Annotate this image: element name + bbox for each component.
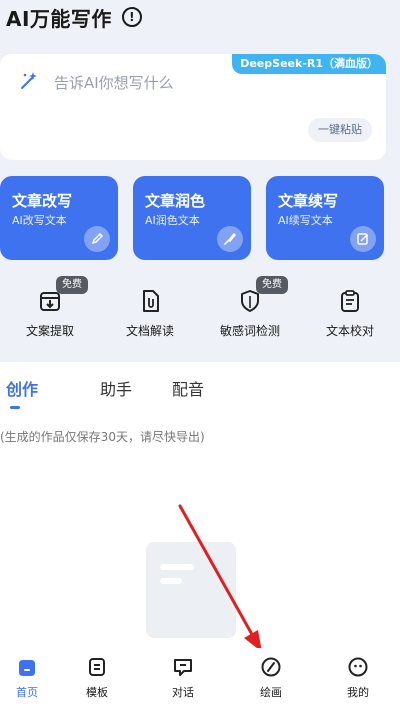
- tools-row: 免费 文案提取 文档解读 免费 敏感词检测 文本校对: [0, 276, 400, 350]
- brush-icon: [217, 226, 243, 252]
- free-badge: 免费: [56, 276, 88, 294]
- free-badge: 免费: [256, 276, 288, 294]
- content-tabs: 创作 助手 配音: [0, 376, 400, 412]
- prompt-input[interactable]: 告诉AI你想写什么: [54, 72, 174, 93]
- nav-label: 首页: [16, 686, 38, 699]
- tool-label: 敏感词检测: [219, 324, 280, 338]
- feature-card-rewrite[interactable]: 文章改写 AI改写文本: [0, 176, 118, 260]
- nav-label: 对话: [172, 686, 194, 699]
- feature-title: 文章续写: [278, 192, 339, 210]
- tab-create[interactable]: 创作: [6, 376, 38, 412]
- tab-label: 创作: [6, 380, 39, 399]
- home-icon: [19, 660, 35, 676]
- model-badge[interactable]: DeepSeek-R1（满血版）: [232, 54, 386, 74]
- header: AI万能写作 !: [6, 4, 142, 31]
- chat-icon: [174, 659, 192, 676]
- tool-label: 文档解读: [125, 324, 174, 338]
- tab-label: 配音: [172, 380, 205, 399]
- app-title: AI万能写作: [6, 6, 112, 31]
- tool-doc-interpret[interactable]: 文档解读: [100, 284, 200, 350]
- feature-subtitle: AI改写文本: [12, 214, 67, 227]
- feature-card-polish[interactable]: 文章润色 AI润色文本: [133, 176, 251, 260]
- tab-active-indicator: [10, 406, 20, 409]
- nav-draw[interactable]: 绘画: [226, 648, 316, 704]
- tool-sensitive-check[interactable]: 免费 敏感词检测: [200, 276, 300, 350]
- nav-label: 绘画: [260, 686, 282, 699]
- tab-dubbing[interactable]: 配音: [172, 376, 204, 412]
- document-clip-icon: [143, 290, 159, 312]
- template-icon: [89, 658, 105, 676]
- paste-button[interactable]: 一键粘贴: [308, 118, 372, 142]
- tab-label: 助手: [100, 380, 133, 399]
- edit-doc-icon: [350, 226, 376, 252]
- nav-label: 模板: [86, 686, 108, 699]
- nav-profile[interactable]: 我的: [316, 648, 400, 704]
- nav-home[interactable]: 首页: [0, 648, 54, 704]
- nav-template[interactable]: 模板: [54, 648, 140, 704]
- feature-card-continue[interactable]: 文章续写 AI续写文本: [266, 176, 384, 260]
- tool-label: 文本校对: [325, 324, 374, 338]
- info-icon[interactable]: !: [121, 7, 142, 27]
- bottom-nav: 首页 模板 对话 绘画 我的: [0, 648, 400, 704]
- tool-proofread[interactable]: 文本校对: [300, 284, 400, 350]
- feature-title: 文章润色: [145, 192, 206, 210]
- illustration-line: [160, 564, 194, 570]
- tool-text-extract[interactable]: 免费 文案提取: [0, 276, 100, 350]
- empty-state-illustration: [146, 542, 236, 638]
- save-note: (生成的作品仅保存30天，请尽快导出): [0, 430, 205, 444]
- tab-assistant[interactable]: 助手: [100, 376, 132, 412]
- feature-subtitle: AI润色文本: [145, 214, 200, 227]
- sparkle-icon: [21, 72, 37, 89]
- tool-label: 文案提取: [25, 324, 74, 338]
- illustration-line: [160, 578, 182, 584]
- pen-circle-icon: [84, 226, 110, 252]
- prompt-card[interactable]: DeepSeek-R1（满血版） 告诉AI你想写什么 一键粘贴: [0, 54, 386, 160]
- draw-icon: [261, 657, 281, 677]
- profile-icon: [348, 657, 368, 677]
- clipboard-icon: [341, 290, 359, 312]
- nav-chat[interactable]: 对话: [140, 648, 226, 704]
- nav-label: 我的: [347, 686, 369, 699]
- feature-title: 文章改写: [12, 192, 73, 210]
- feature-subtitle: AI续写文本: [278, 214, 333, 227]
